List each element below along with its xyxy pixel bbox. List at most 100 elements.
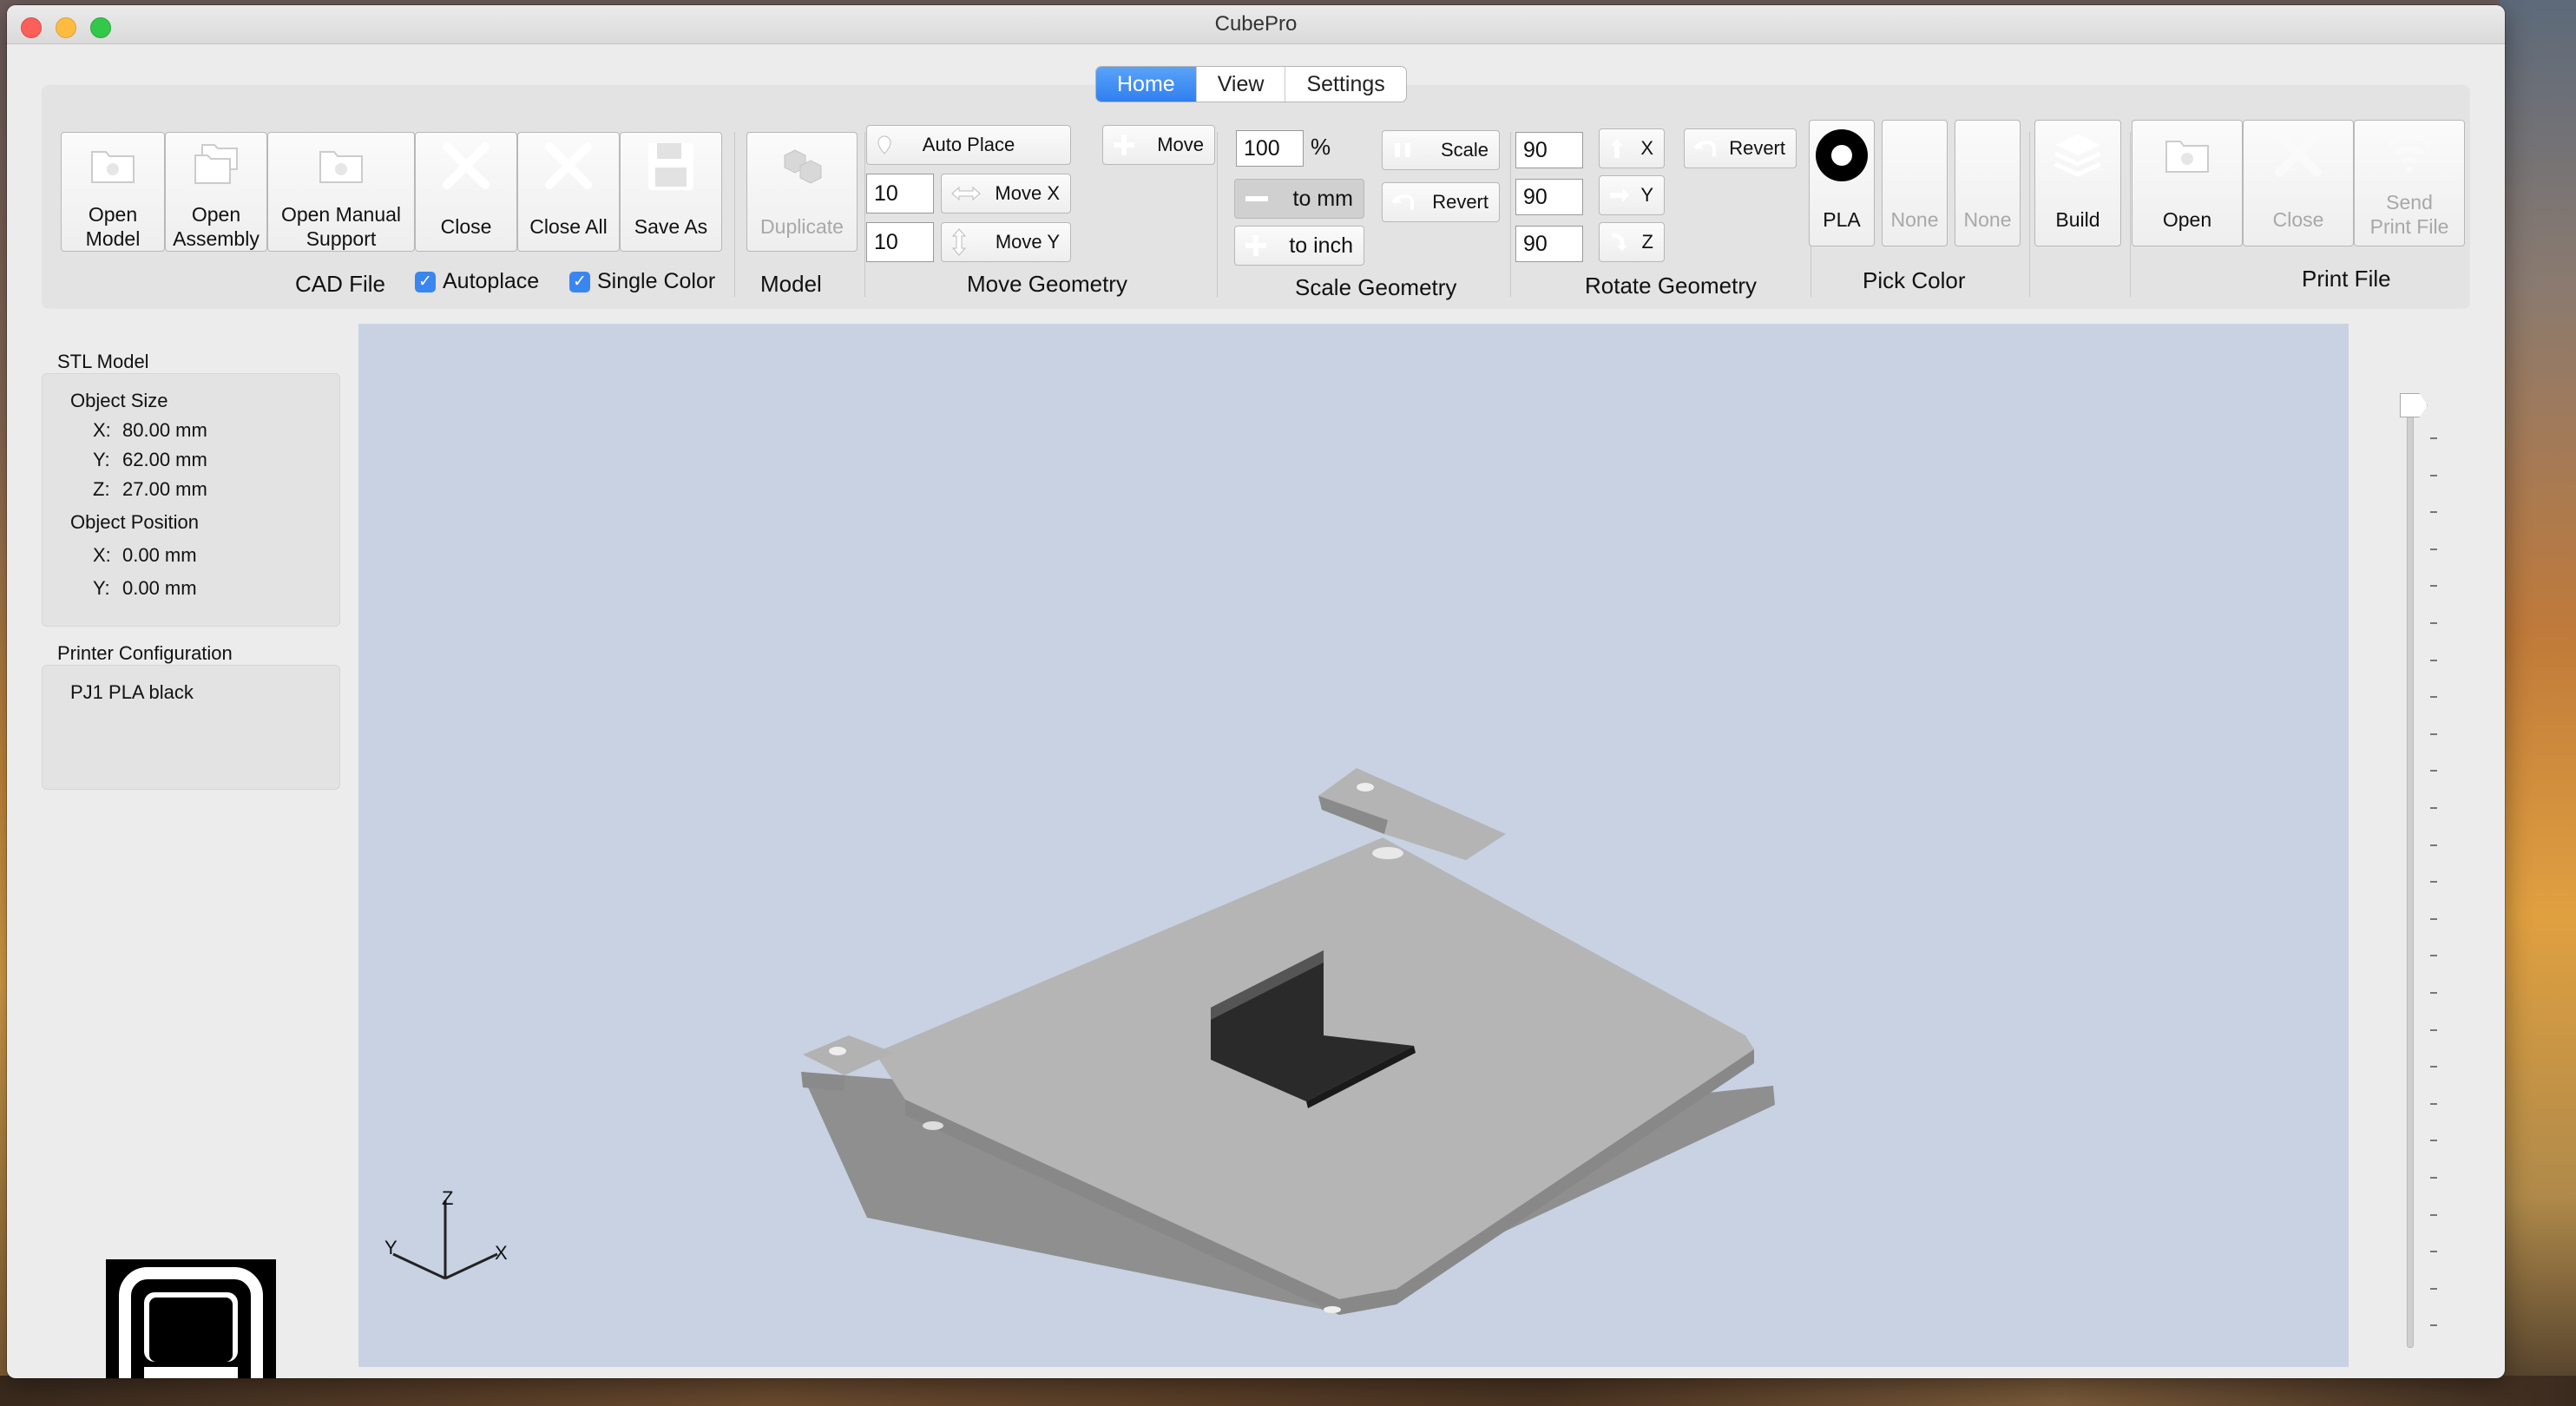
slider-tick: [2430, 992, 2437, 994]
auto-place-button[interactable]: Auto Place: [866, 125, 1071, 165]
build-button[interactable]: Build: [2034, 120, 2121, 246]
printer-configuration-panel: PJ1 PLA black: [42, 665, 340, 790]
separator: [2130, 132, 2131, 297]
to-mm-label: to mm: [1292, 186, 1353, 211]
slider-tick: [2430, 696, 2437, 699]
stl-model-render: [392, 768, 1775, 1315]
close-all-button[interactable]: Close All: [517, 132, 620, 252]
desktop-background: [2500, 0, 2576, 1406]
axis-z-label: Z: [442, 1187, 454, 1209]
slider-tick: [2430, 1102, 2437, 1105]
open-model-button[interactable]: Open Model: [61, 132, 165, 252]
rotate-z-label: Z: [1641, 231, 1653, 253]
title-bar: CubePro: [7, 5, 2505, 44]
duplicate-button[interactable]: Duplicate: [746, 132, 858, 252]
open-folder-icon: [2165, 141, 2209, 173]
rotate-x-input[interactable]: [1515, 132, 1583, 168]
rotate-y-label: Y: [1640, 184, 1653, 206]
checkmark-icon: ✓: [415, 271, 436, 292]
print-file-close-label: Close: [2272, 208, 2324, 231]
slider-tick: [2430, 1287, 2437, 1290]
open-assembly-button[interactable]: Open Assembly: [165, 132, 267, 252]
layer-slider-track[interactable]: [2407, 398, 2414, 1348]
scale-geometry-group-label: Scale Geometry: [1295, 274, 1457, 300]
slider-tick: [2430, 1177, 2437, 1179]
send-print-file-button[interactable]: Send Print File: [2354, 120, 2465, 246]
scale-label: Scale: [1440, 139, 1488, 161]
tab-settings[interactable]: Settings: [1285, 67, 1405, 102]
save-icon: [648, 143, 693, 190]
rotate-revert-button[interactable]: Revert: [1684, 128, 1797, 168]
tab-home[interactable]: Home: [1096, 67, 1197, 102]
percent-sign: %: [1311, 134, 1331, 160]
move-x-input[interactable]: [866, 174, 934, 214]
pick-color-group-label: Pick Color: [1863, 267, 1966, 293]
arrow-vertical-icon: [950, 223, 968, 261]
print-file-open-label: Open: [2162, 208, 2212, 231]
y-axis-line: [392, 1252, 446, 1280]
tab-view[interactable]: View: [1197, 67, 1286, 102]
slider-tick: [2430, 659, 2437, 661]
rotate-geometry-group-label: Rotate Geometry: [1585, 273, 1757, 299]
wifi-icon: [2387, 134, 2432, 173]
slider-tick: [2430, 1028, 2437, 1031]
to-inch-button[interactable]: to inch: [1234, 226, 1364, 266]
autoplace-checkbox[interactable]: ✓ Autoplace: [415, 269, 539, 294]
axis-x-label: X: [495, 1242, 508, 1264]
scale-button[interactable]: Scale: [1382, 130, 1500, 170]
scale-revert-button[interactable]: Revert: [1382, 182, 1500, 222]
rotate-x-label: X: [1640, 137, 1653, 159]
slider-tick: [2430, 511, 2437, 514]
rotate-x-button[interactable]: X: [1599, 128, 1665, 168]
x-axis-line: [444, 1252, 498, 1280]
to-inch-label: to inch: [1289, 233, 1353, 258]
size-z-axis: Z:: [93, 478, 110, 500]
separator: [2029, 132, 2030, 297]
size-x-value: 80.00 mm: [122, 419, 207, 441]
layer-slider-thumb[interactable]: [2400, 393, 2428, 417]
move-x-button[interactable]: Move X: [941, 174, 1071, 214]
rotate-y-input[interactable]: [1515, 179, 1583, 215]
cube-logo-icon: [119, 1267, 263, 1378]
close-button[interactable]: Close: [415, 132, 517, 252]
close-icon: [443, 142, 490, 189]
move-geometry-group-label: Move Geometry: [967, 271, 1127, 297]
separator: [734, 132, 735, 297]
close-all-label: Close All: [529, 215, 608, 238]
rotate-y-button[interactable]: Y: [1599, 175, 1665, 215]
close-icon: [2275, 130, 2322, 177]
3d-viewport[interactable]: Z Y X: [358, 324, 2349, 1367]
rotate-z-button[interactable]: Z: [1599, 222, 1665, 262]
color-slot-3[interactable]: None: [1955, 120, 2021, 246]
color-slot-2-label: None: [1890, 208, 1939, 231]
save-as-button[interactable]: Save As: [620, 132, 722, 252]
print-file-close-button[interactable]: Close: [2243, 120, 2354, 246]
slider-tick: [2430, 917, 2437, 920]
open-manual-support-button[interactable]: Open Manual Support: [267, 132, 415, 252]
single-color-checkbox[interactable]: ✓ Single Color: [569, 269, 715, 294]
save-as-label: Save As: [634, 215, 708, 238]
desktop-background-bottom: [0, 1376, 2576, 1406]
rotate-z-input[interactable]: [1515, 226, 1583, 262]
move-y-label: Move Y: [995, 231, 1060, 253]
move-y-input[interactable]: [866, 222, 934, 262]
to-mm-button[interactable]: to mm: [1234, 179, 1364, 219]
slider-tick: [2430, 881, 2437, 884]
print-file-open-button[interactable]: Open: [2132, 120, 2243, 246]
minus-icon: [1244, 180, 1270, 218]
slider-tick: [2430, 1140, 2437, 1142]
open-support-icon: [319, 151, 363, 183]
object-size-label: Object Size: [70, 390, 168, 411]
slider-tick: [2430, 437, 2437, 439]
color-slot-2[interactable]: None: [1882, 120, 1948, 246]
color-slot-pla[interactable]: PLA: [1809, 120, 1875, 246]
slider-tick: [2430, 1251, 2437, 1253]
move-button[interactable]: Move: [1102, 125, 1215, 165]
slider-tick: [2430, 844, 2437, 846]
scale-percent-input[interactable]: [1236, 130, 1304, 167]
separator: [864, 132, 865, 297]
move-y-button[interactable]: Move Y: [941, 222, 1071, 262]
send-print-file-label: Send Print File: [2369, 191, 2449, 238]
build-label: Build: [2055, 208, 2100, 231]
cube-logo: [106, 1259, 276, 1378]
